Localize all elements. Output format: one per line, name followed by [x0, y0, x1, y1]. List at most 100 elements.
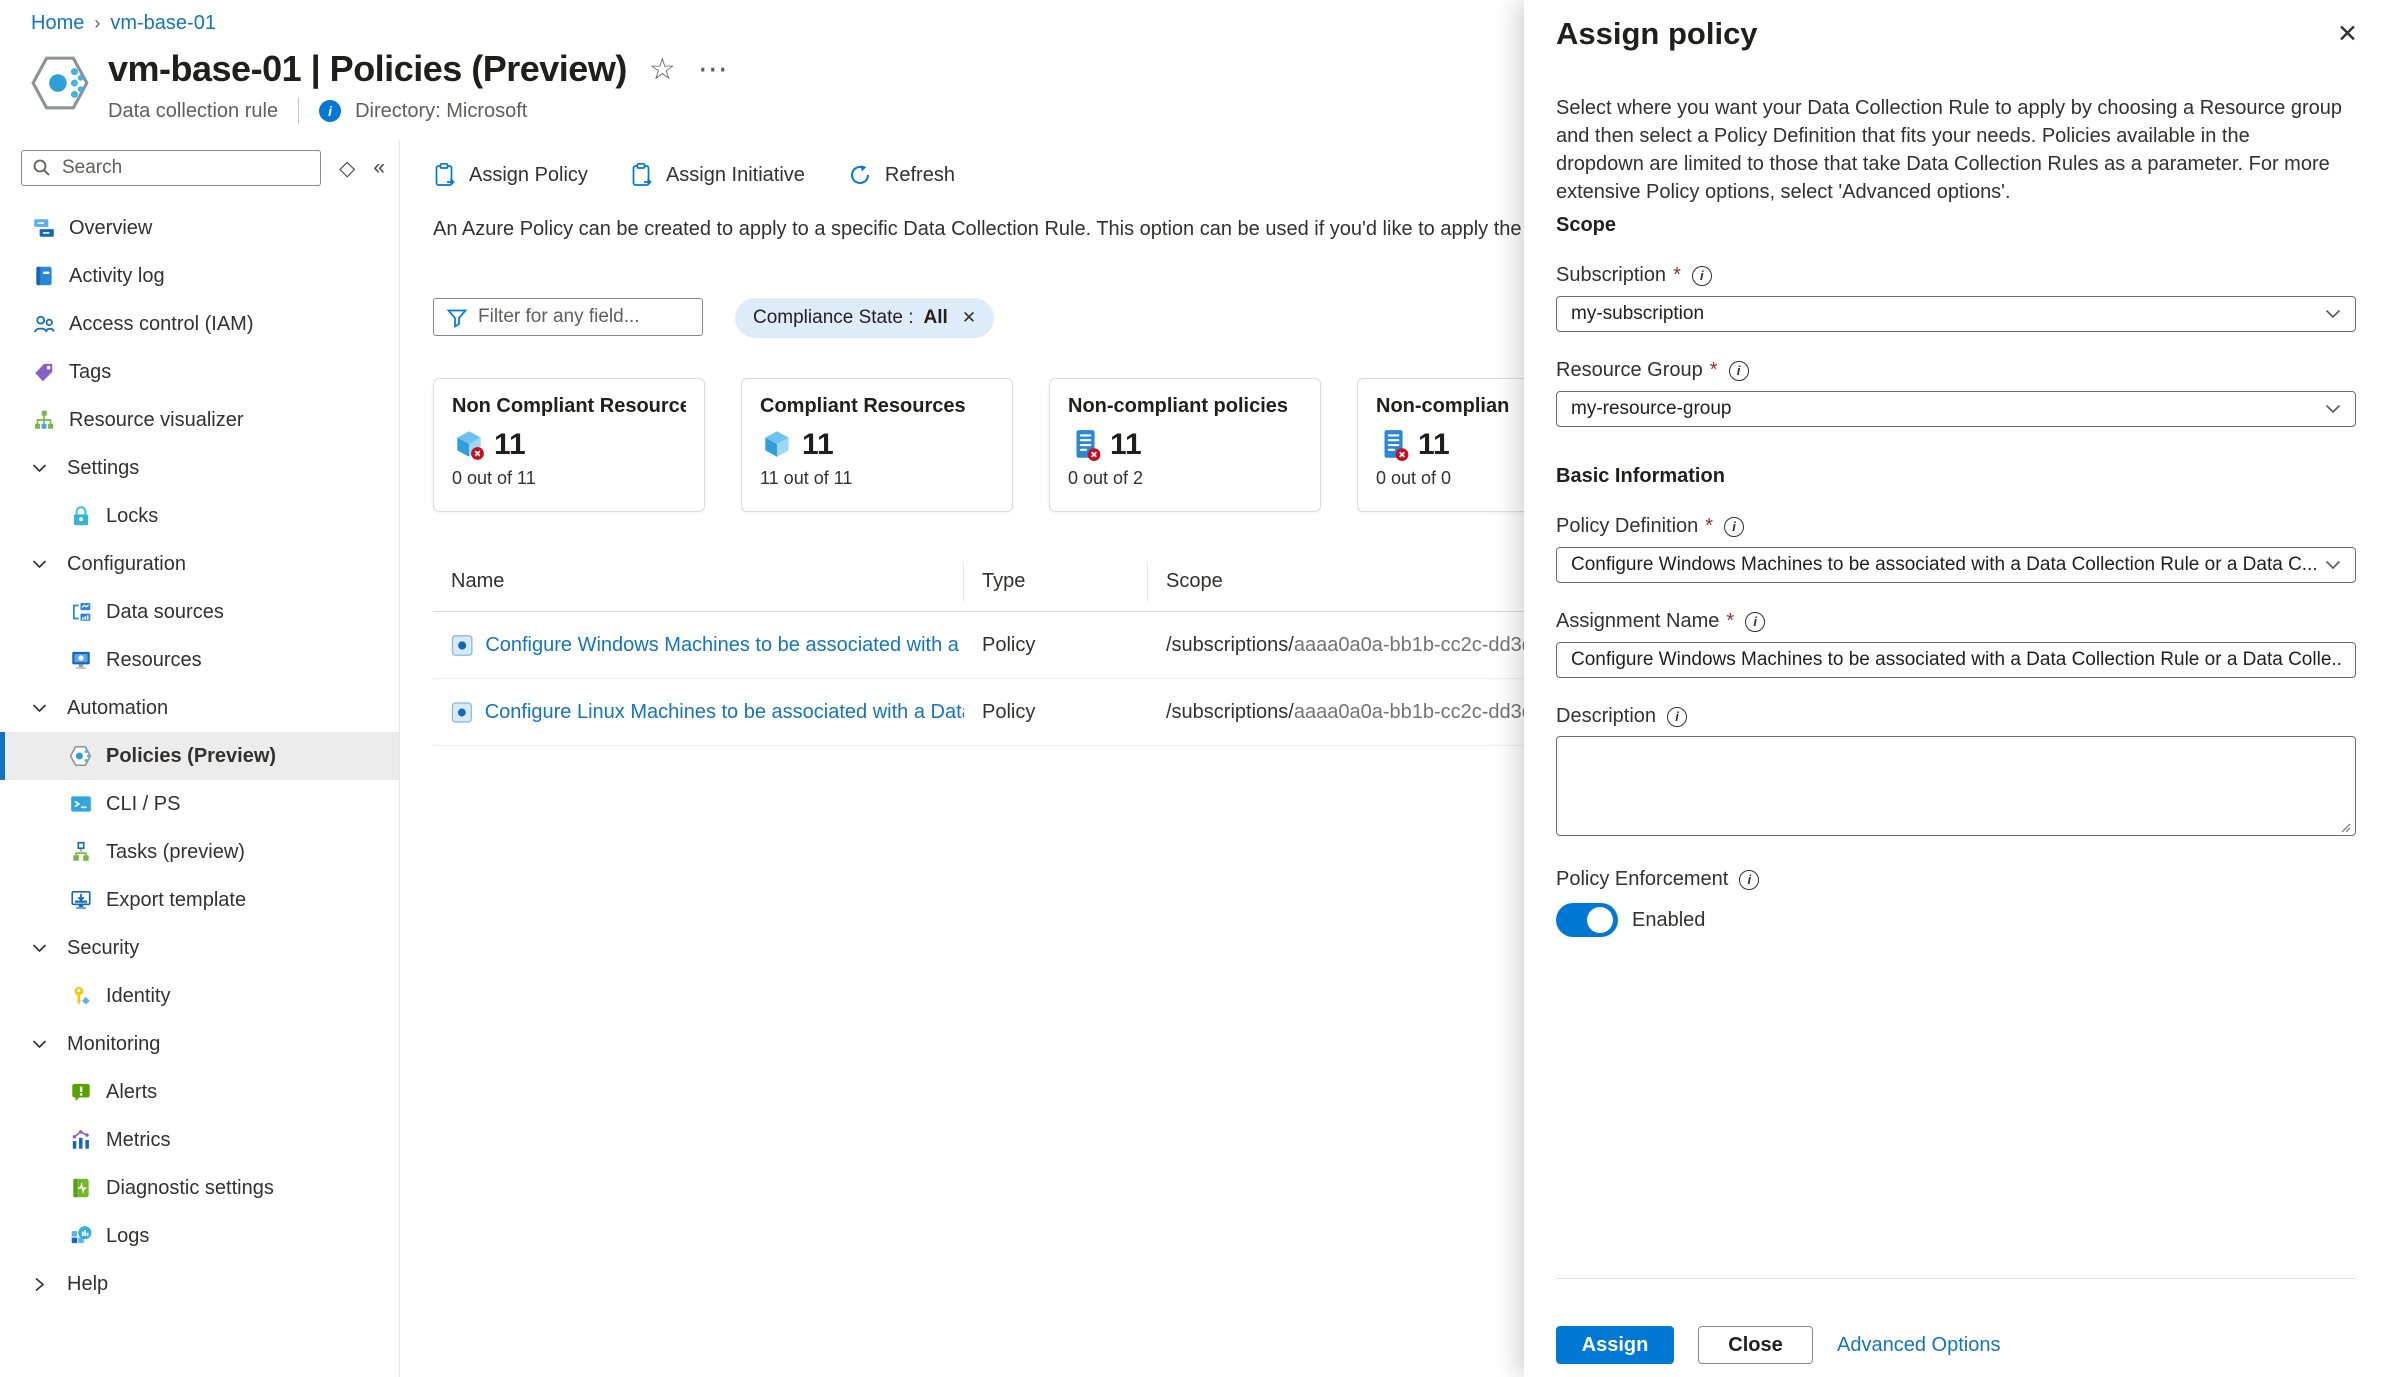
sidebar-item-diagnostic-settings[interactable]: Diagnostic settings [0, 1164, 399, 1212]
remove-filter-icon[interactable]: ✕ [962, 308, 976, 328]
sidebar-item-logs[interactable]: Logs [0, 1212, 399, 1260]
column-header-type[interactable]: Type [964, 562, 1148, 602]
sidebar-item-resource-visualizer[interactable]: Resource visualizer [0, 396, 399, 444]
card-subtext: 0 out of 2 [1068, 468, 1302, 489]
sidebar-item-data-sources[interactable]: Data sources [0, 588, 399, 636]
divider [298, 98, 299, 124]
alert-icon [69, 1080, 93, 1104]
resource-group-info-icon[interactable]: i [1729, 361, 1749, 381]
collapse-sidebar-icon[interactable]: « [373, 156, 385, 180]
sidebar-group-label: Automation [67, 697, 168, 720]
card-count: 11 [494, 428, 526, 462]
required-asterisk: * [1710, 359, 1718, 382]
description-label: Description [1556, 705, 1656, 728]
directory-label: Directory: Microsoft [355, 100, 527, 123]
cube-icon [760, 428, 794, 462]
column-header-name[interactable]: Name [433, 562, 964, 602]
resource-group-dropdown[interactable]: my-resource-group [1556, 391, 2356, 427]
sidebar-item-alerts[interactable]: Alerts [0, 1068, 399, 1116]
sidebar-group-help[interactable]: Help [0, 1260, 399, 1308]
sidebar-group-monitoring[interactable]: Monitoring [0, 1020, 399, 1068]
sidebar-item-label: Activity log [69, 265, 165, 288]
resource-type-label: Data collection rule [108, 100, 278, 123]
policy-enforcement-toggle[interactable] [1556, 903, 1618, 937]
pill-label: Compliance State : [753, 307, 914, 329]
sidebar-item-access-control[interactable]: Access control (IAM) [0, 300, 399, 348]
assign-button[interactable]: Assign [1556, 1326, 1674, 1364]
sidebar-item-identity[interactable]: Identity [0, 972, 399, 1020]
resource-visualizer-icon [32, 408, 56, 432]
sidebar-group-configuration[interactable]: Configuration [0, 540, 399, 588]
policy-enforcement-info-icon[interactable]: i [1739, 870, 1759, 890]
card-non-compliant-resources[interactable]: Non Compliant Resources 11 0 out of 11 [433, 378, 705, 512]
close-button[interactable]: Close [1698, 1326, 1813, 1364]
sidebar-item-overview[interactable]: Overview [0, 204, 399, 252]
breadcrumb-home-link[interactable]: Home [31, 12, 84, 35]
search-input[interactable] [21, 150, 321, 186]
sidebar-item-cli-ps[interactable]: CLI / PS [0, 780, 399, 828]
card-non-compliant-policies[interactable]: Non-compliant policies 11 0 out of 2 [1049, 378, 1321, 512]
sidebar-item-activity-log[interactable]: Activity log [0, 252, 399, 300]
filter-icon [445, 306, 469, 330]
policy-definition-dropdown[interactable]: Configure Windows Machines to be associa… [1556, 547, 2356, 583]
compliance-state-pill[interactable]: Compliance State : All ✕ [735, 298, 994, 338]
breadcrumb-current-link[interactable]: vm-base-01 [110, 12, 216, 35]
chevron-down-icon [32, 936, 54, 960]
policy-link[interactable]: Configure Linux Machines to be associate… [485, 701, 964, 724]
refresh-label: Refresh [885, 164, 955, 187]
policy-doc-error-icon [1376, 428, 1410, 462]
policy-definition-info-icon[interactable]: i [1724, 517, 1744, 537]
card-count: 11 [802, 428, 834, 462]
required-asterisk: * [1705, 515, 1713, 538]
subscription-label: Subscription [1556, 264, 1666, 287]
assign-policy-label: Assign Policy [469, 164, 588, 187]
assignment-name-label: Assignment Name [1556, 610, 1719, 633]
panel-description: Select where you want your Data Collecti… [1556, 94, 2342, 206]
more-actions-icon[interactable]: ⋯ [698, 52, 730, 87]
pin-menu-icon[interactable]: ◇ [339, 156, 355, 181]
subscription-dropdown[interactable]: my-subscription [1556, 296, 2356, 332]
resource-group-value: my-resource-group [1571, 398, 2325, 420]
resize-grip-icon[interactable] [2339, 821, 2351, 833]
sidebar-group-security[interactable]: Security [0, 924, 399, 972]
directory-info-icon[interactable]: i [319, 100, 341, 122]
filter-input[interactable] [433, 298, 703, 336]
assignment-name-info-icon[interactable]: i [1745, 612, 1765, 632]
sidebar-item-locks[interactable]: Locks [0, 492, 399, 540]
subscription-info-icon[interactable]: i [1692, 266, 1712, 286]
favorite-star-icon[interactable]: ☆ [649, 52, 676, 87]
sidebar-item-tags[interactable]: Tags [0, 348, 399, 396]
resources-icon [69, 648, 93, 672]
key-icon [69, 984, 93, 1008]
sidebar-item-tasks-preview[interactable]: Tasks (preview) [0, 828, 399, 876]
close-panel-icon[interactable]: ✕ [2337, 22, 2358, 47]
assignment-name-input[interactable] [1556, 642, 2356, 678]
sidebar-item-metrics[interactable]: Metrics [0, 1116, 399, 1164]
sidebar-item-label: Diagnostic settings [106, 1177, 274, 1200]
sidebar-item-label: Alerts [106, 1081, 157, 1104]
sidebar-item-policies-preview[interactable]: Policies (Preview) [0, 732, 399, 780]
terminal-icon [69, 792, 93, 816]
description-info-icon[interactable]: i [1667, 707, 1687, 727]
description-textarea[interactable] [1556, 736, 2356, 836]
sidebar-item-resources[interactable]: Resources [0, 636, 399, 684]
card-compliant-resources[interactable]: Compliant Resources 11 11 out of 11 [741, 378, 1013, 512]
assign-initiative-button[interactable]: Assign Initiative [630, 162, 805, 188]
advanced-options-link[interactable]: Advanced Options [1837, 1334, 2000, 1357]
card-subtext: 11 out of 11 [760, 468, 994, 489]
subscription-value: my-subscription [1571, 303, 2325, 325]
policy-type: Policy [964, 701, 1148, 724]
data-collection-rule-icon [30, 52, 92, 114]
sidebar-item-export-template[interactable]: Export template [0, 876, 399, 924]
logs-icon [69, 1224, 93, 1248]
sidebar-item-label: Resource visualizer [69, 409, 244, 432]
policy-link[interactable]: Configure Windows Machines to be associa… [485, 634, 964, 657]
refresh-button[interactable]: Refresh [847, 162, 955, 188]
sidebar-item-label: Identity [106, 985, 170, 1008]
card-title: Non-compliant policies [1068, 395, 1302, 418]
sidebar-group-label: Security [67, 937, 139, 960]
assign-policy-button[interactable]: Assign Policy [433, 162, 588, 188]
sidebar-group-settings[interactable]: Settings [0, 444, 399, 492]
policy-hex-icon [69, 744, 93, 768]
sidebar-group-automation[interactable]: Automation [0, 684, 399, 732]
